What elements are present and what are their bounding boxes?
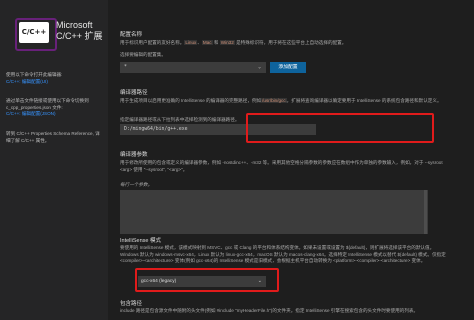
include-path-desc: include 路径是包含源文件中随附的头文件(例如 #include "myH… bbox=[120, 308, 419, 313]
compiler-path-heading: 编译器路径 bbox=[120, 90, 148, 96]
add-config-button[interactable]: 添加配置 bbox=[270, 62, 306, 73]
compiler-path-desc: 用于生成项目以启用更准确的 IntelliSense 的编译器的完整路径，例如/… bbox=[120, 98, 442, 103]
title-line-2: C/C++ 扩展 bbox=[56, 31, 103, 41]
config-name-desc: 用于标识用户配置的友好名称。Linux、Mac 和 Win32 是特殊标识符，用… bbox=[120, 40, 347, 45]
chevron-down-icon: ⌄ bbox=[258, 65, 261, 70]
edit-config-json-link[interactable]: C/C++: 编辑配置(JSON) bbox=[6, 111, 104, 118]
config-name-heading: 配置名称 bbox=[120, 32, 143, 38]
edit-config-ui-link[interactable]: C/C++: 编辑配置(UI) bbox=[6, 79, 104, 86]
highlight-compiler-path bbox=[246, 113, 434, 143]
sidebar-open-editor-text: 使用以下命令打开此编辑器: C/C++: 编辑配置(UI) bbox=[6, 72, 104, 85]
compiler-args-textarea[interactable] bbox=[120, 190, 428, 234]
cpp-logo-icon: C/C++ bbox=[15, 18, 57, 51]
compiler-args-desc: 用于修改所使用的包含或定义的编译器参数，例如 -nostdinc++、-m32 … bbox=[120, 160, 443, 172]
config-select[interactable]: * ⌄ bbox=[120, 62, 266, 73]
sidebar: C/C++ Microsoft C/C++ 扩展 使用以下命令打开此编辑器: C… bbox=[0, 0, 108, 320]
highlight-intellisense-mode bbox=[135, 268, 279, 292]
textarea-scrollbar[interactable] bbox=[424, 190, 427, 234]
sidebar-schema-text: 转到 C/C++ Properties Schema Reference, 详细… bbox=[6, 131, 100, 143]
compiler-args-hint: 每行一个参数。 bbox=[120, 182, 153, 187]
compiler-args-heading: 编译器参数 bbox=[120, 152, 148, 158]
intellisense-mode-heading: IntelliSense 模式 bbox=[120, 238, 161, 244]
title-line-1: Microsoft bbox=[56, 20, 93, 30]
sidebar-switch-json-text: 通过单击文件链接或使用以下命令切换到 c_cpp_properties.json… bbox=[6, 98, 104, 118]
include-path-heading: 包含路径 bbox=[120, 301, 143, 307]
config-name-sub: 选择要编辑的配置集。 bbox=[120, 52, 166, 57]
extension-title: Microsoft C/C++ 扩展 bbox=[56, 20, 103, 42]
intellisense-mode-desc: 要使用的 IntelliSense 模式，该模式映射到 MSVC、gcc 或 C… bbox=[120, 245, 446, 263]
